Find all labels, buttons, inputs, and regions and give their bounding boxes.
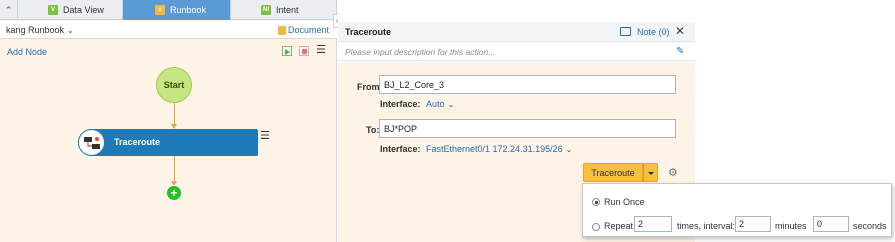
tab-bar: ⌃ V Data View ≡ Runbook NI Intent — [0, 0, 337, 20]
traceroute-button[interactable]: Traceroute — [583, 163, 643, 182]
from-input[interactable]: BJ_L2_Core_3 — [379, 75, 676, 94]
stop-icon[interactable] — [299, 46, 309, 56]
panel-title: Traceroute — [345, 27, 392, 37]
run-options-popup: Run Once Repeat 2 times, interval: 2 min… — [582, 183, 892, 237]
tab-label: Intent — [276, 5, 299, 15]
times-interval-label: times, interval: — [677, 221, 736, 231]
runbook-selector[interactable]: kang Runbook ⌄ — [6, 25, 74, 35]
runbook-icon: ≡ — [155, 5, 165, 15]
menu-icon[interactable]: ☰ — [316, 45, 326, 56]
runbook-pane: ⌃ V Data View ≡ Runbook NI Intent kang R… — [0, 0, 337, 242]
to-label: To: — [366, 125, 380, 135]
description-bar[interactable]: Please input description for this action… — [338, 43, 695, 61]
data-view-icon: V — [48, 5, 58, 15]
collapse-tabs-button[interactable]: ⌃ — [0, 0, 18, 20]
to-input[interactable]: BJ*POP — [379, 119, 676, 138]
note-button[interactable]: Note (0) — [637, 27, 670, 37]
seconds-input[interactable]: 0 — [813, 216, 849, 232]
description-placeholder: Please input description for this action… — [345, 47, 496, 57]
seconds-label: seconds — [853, 221, 887, 231]
runbook-header: kang Runbook ⌄ Document — [0, 21, 337, 39]
chevron-down-icon: ⌄ — [565, 145, 573, 154]
node-menu-icon[interactable]: ☰ — [260, 131, 270, 142]
run-once-radio[interactable] — [592, 198, 600, 206]
traceroute-icon — [78, 129, 105, 156]
from-interface-label: Interface: — [380, 99, 421, 109]
chevron-up-icon: ⌃ — [4, 4, 13, 15]
traceroute-dropdown-button[interactable] — [643, 163, 658, 182]
close-icon[interactable]: ✕ — [675, 24, 685, 38]
edit-icon[interactable]: ✎ — [676, 46, 684, 57]
interval-input[interactable]: 2 — [735, 216, 771, 232]
repeat-count-input[interactable]: 2 — [634, 216, 672, 232]
chevron-down-icon: ⌄ — [67, 26, 74, 35]
tab-data-view[interactable]: V Data View — [18, 0, 123, 20]
traceroute-node[interactable]: Traceroute — [78, 129, 258, 156]
runbook-name: kang Runbook — [6, 25, 65, 35]
chevron-down-icon: ⌄ — [447, 100, 455, 109]
play-icon[interactable] — [282, 46, 292, 56]
tab-intent[interactable]: NI Intent — [231, 0, 337, 20]
note-icon[interactable] — [620, 27, 631, 36]
flow-connector — [174, 156, 175, 183]
from-interface-value: Auto — [426, 99, 445, 109]
repeat-label: Repeat — [604, 221, 634, 231]
tab-label: Data View — [63, 5, 104, 15]
intent-icon: NI — [261, 5, 271, 15]
document-icon — [277, 25, 286, 35]
document-button[interactable]: Document — [277, 25, 329, 35]
repeat-radio[interactable] — [592, 223, 600, 231]
start-node[interactable]: Start — [156, 67, 192, 103]
to-interface-label: Interface: — [380, 144, 421, 154]
run-once-label: Run Once — [604, 197, 645, 207]
tab-runbook[interactable]: ≡ Runbook — [123, 0, 231, 20]
gear-icon[interactable]: ⚙ — [668, 166, 678, 179]
minutes-label: minutes — [775, 221, 807, 231]
panel-header: Traceroute Note (0) ✕ — [338, 22, 695, 42]
to-interface-value: FastEthernet0/1 172.24.31.195/26 — [426, 144, 563, 154]
add-node-button[interactable]: Add Node — [7, 47, 47, 57]
from-interface-select[interactable]: Auto ⌄ — [426, 99, 454, 109]
add-step-button[interactable]: + — [167, 186, 181, 200]
tab-label: Runbook — [170, 5, 207, 15]
document-label: Document — [287, 25, 329, 35]
flow-connector — [174, 103, 175, 125]
to-interface-select[interactable]: FastEthernet0/1 172.24.31.195/26 ⌄ — [426, 144, 572, 154]
node-label: Traceroute — [114, 137, 161, 147]
